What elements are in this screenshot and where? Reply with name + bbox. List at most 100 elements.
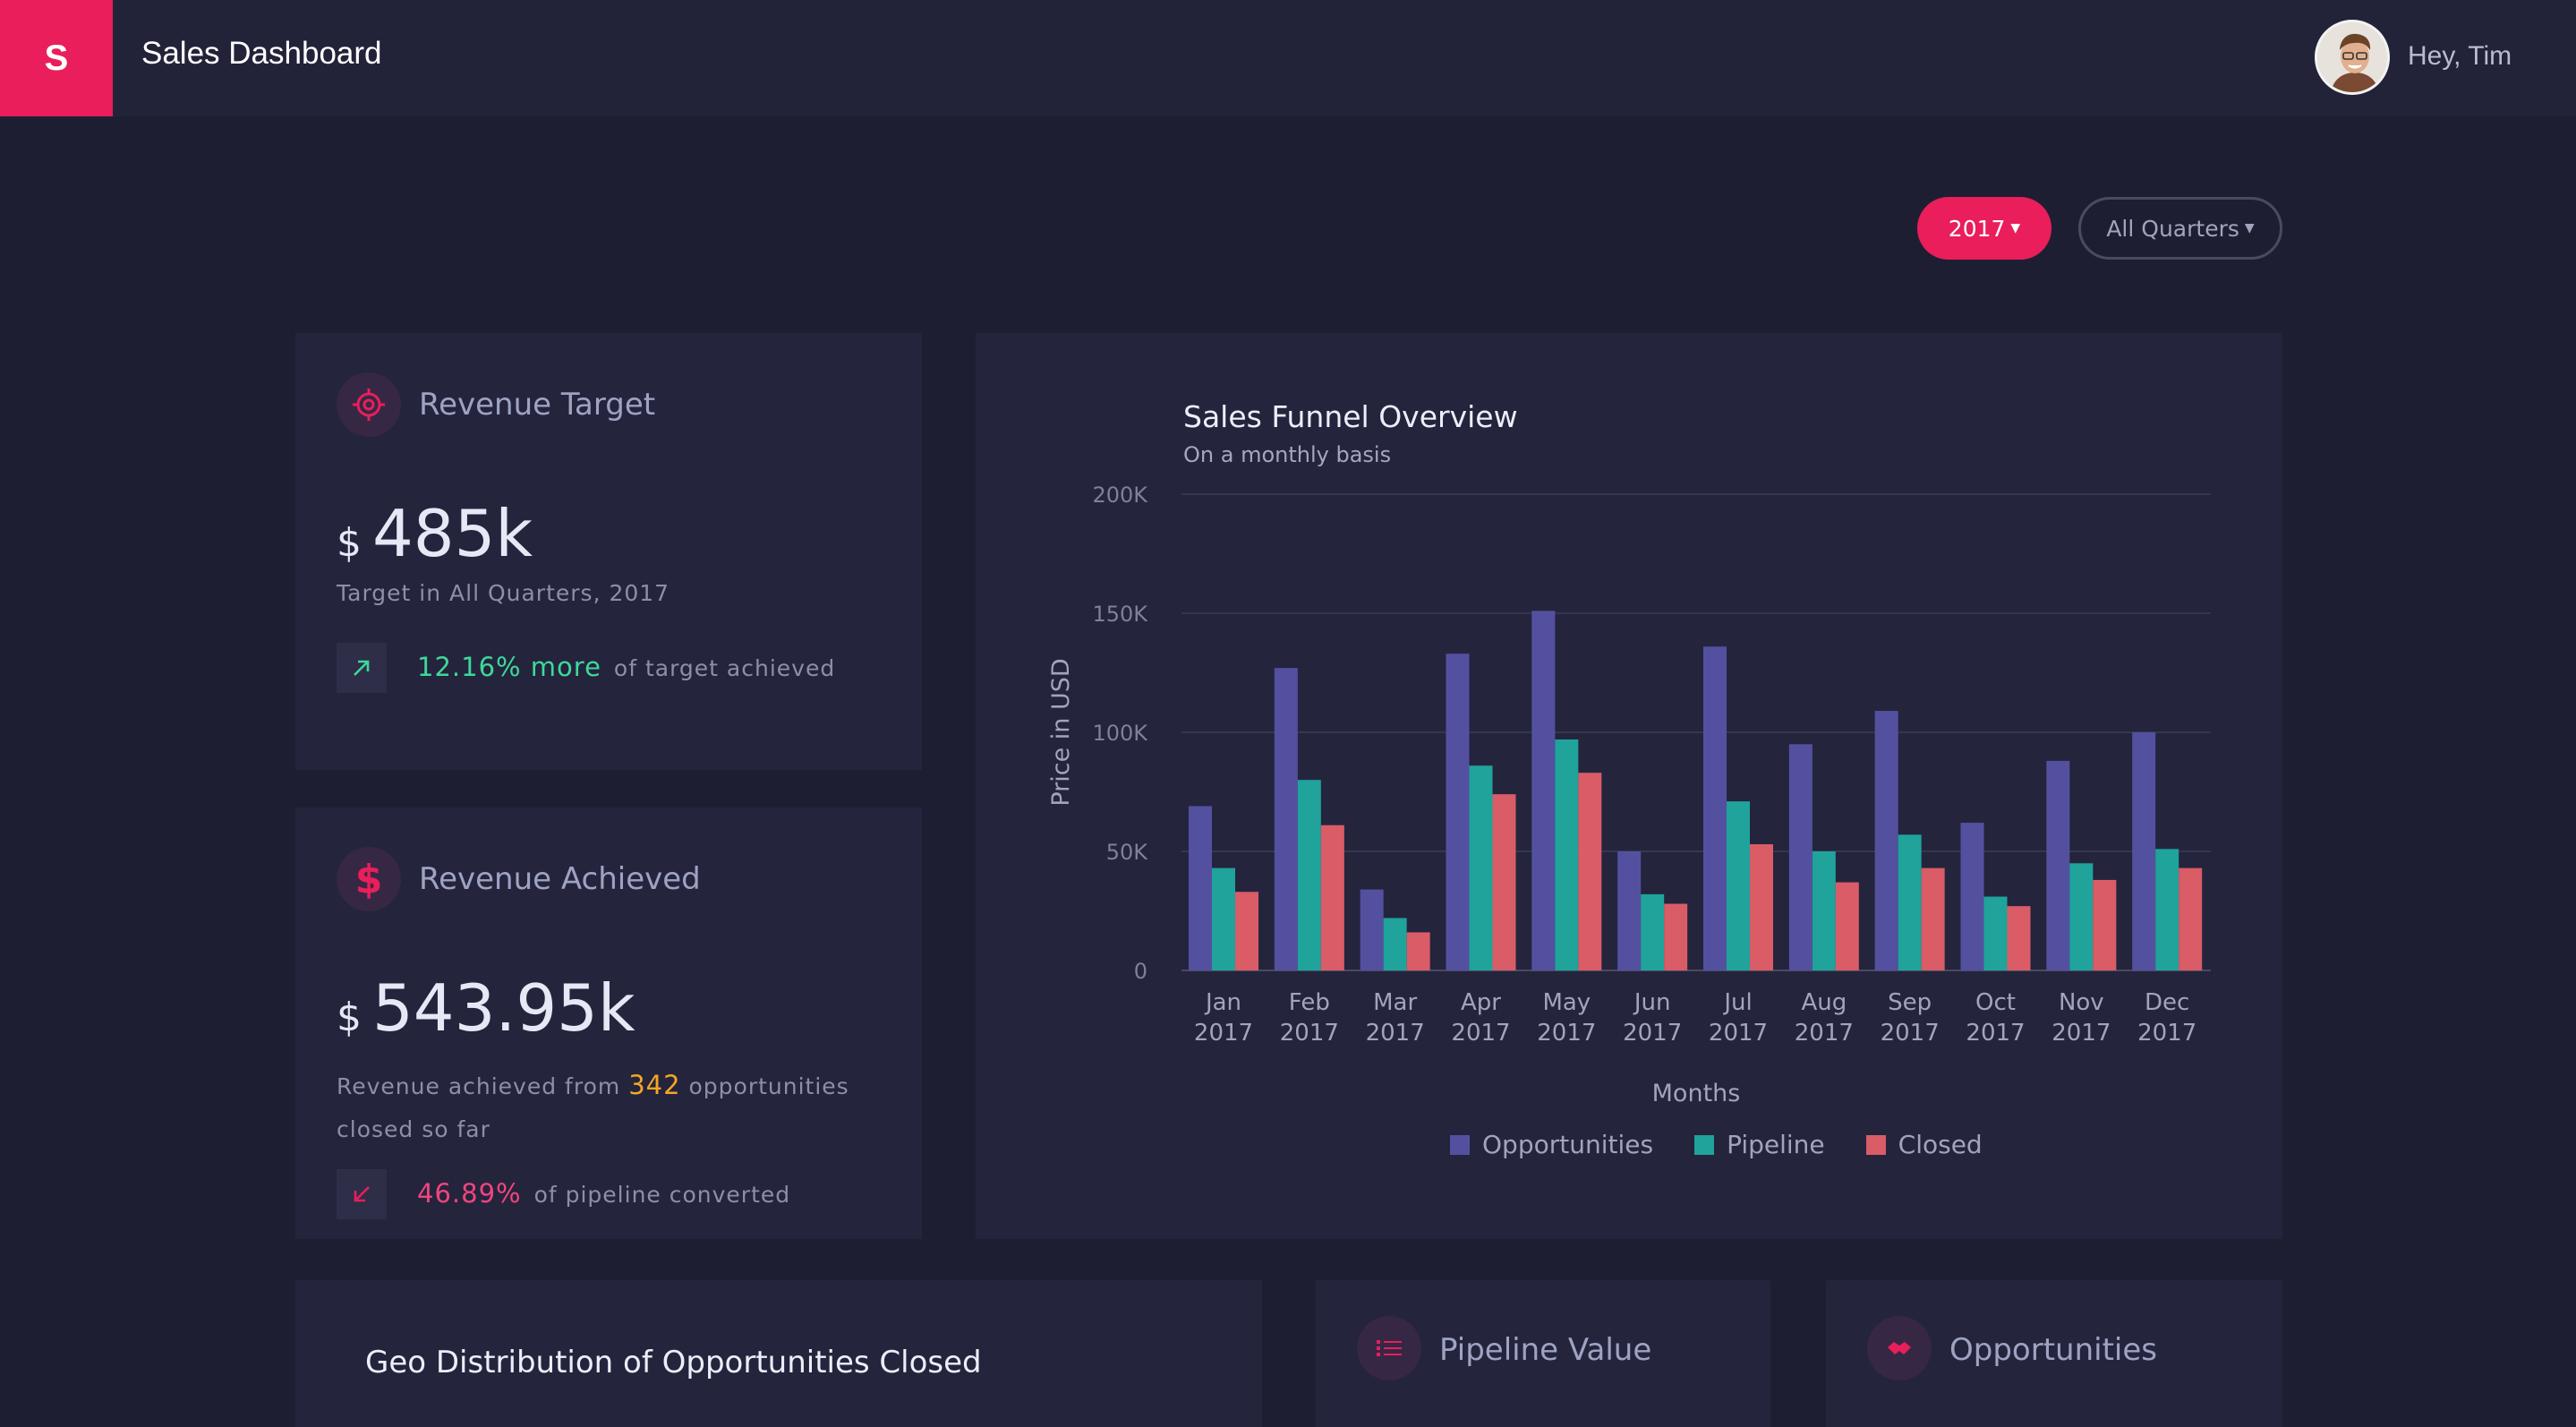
x-tick-label-month: Sep: [1888, 989, 1932, 1016]
user-avatar[interactable]: [2315, 20, 2390, 95]
trend-down-icon: [337, 1169, 387, 1219]
bar-pipeline-jun: [1641, 893, 1665, 970]
bar-pipeline-sep: [1898, 834, 1922, 970]
caret-down-icon: ▼: [2244, 221, 2255, 235]
bar-opportunities-mar: [1360, 889, 1384, 970]
bar-pipeline-jul: [1727, 801, 1750, 970]
x-tick-label-year: 2017: [1194, 1020, 1253, 1047]
x-tick-label-year: 2017: [1881, 1020, 1940, 1047]
bar-closed-mar: [1406, 932, 1430, 970]
bar-closed-apr: [1492, 794, 1516, 970]
legend-label: Opportunities: [1482, 1130, 1654, 1159]
bar-closed-oct: [2007, 906, 2031, 970]
geo-distribution-title: Geo Distribution of Opportunities Closed: [365, 1345, 982, 1380]
revenue-target-title: Revenue Target: [419, 387, 656, 423]
bar-opportunities-sep: [1874, 711, 1898, 970]
pipeline-converted: 46.89% of pipeline converted: [417, 1178, 790, 1209]
pipeline-value-title: Pipeline Value: [1439, 1332, 1652, 1368]
user-greeting[interactable]: Hey, Tim: [2408, 41, 2512, 72]
x-tick-label-year: 2017: [1366, 1020, 1425, 1047]
revenue-achieved-value: $543.95k: [337, 970, 635, 1046]
currency-symbol: $: [337, 520, 362, 566]
bar-pipeline-jan: [1212, 867, 1235, 970]
trend-up-icon: [337, 643, 387, 693]
y-tick-label: 150K: [1092, 602, 1148, 627]
bar-pipeline-apr: [1469, 765, 1493, 970]
x-tick-label-year: 2017: [1623, 1020, 1682, 1047]
bar-pipeline-oct: [1983, 896, 2008, 970]
revenue-target-amount: 485k: [372, 496, 533, 571]
caret-down-icon: ▼: [2010, 221, 2021, 235]
bar-pipeline-may: [1555, 739, 1579, 970]
x-tick-label-year: 2017: [1795, 1020, 1854, 1047]
x-tick-label-month: Aug: [1801, 989, 1847, 1016]
y-tick-label: 50K: [1106, 840, 1149, 865]
y-tick-label: 100K: [1092, 721, 1148, 746]
legend-label: Closed: [1898, 1130, 1983, 1159]
bar-pipeline-dec: [2155, 849, 2179, 970]
bar-closed-sep: [1921, 867, 1945, 970]
bar-pipeline-feb: [1297, 780, 1321, 970]
bar-pipeline-mar: [1383, 918, 1407, 970]
bar-opportunities-oct: [1960, 823, 1984, 970]
target-change-value: 12.16% more: [417, 652, 601, 682]
handshake-icon: [1867, 1316, 1932, 1380]
year-dropdown[interactable]: 2017 ▼: [1917, 197, 2051, 260]
bar-opportunities-nov: [2046, 760, 2070, 970]
revenue-target-caption: Target in All Quarters, 2017: [337, 580, 670, 606]
quarter-dropdown[interactable]: All Quarters ▼: [2078, 197, 2282, 260]
y-tick-label: 200K: [1092, 483, 1148, 508]
bar-pipeline-nov: [2069, 863, 2094, 970]
legend-item-pipeline[interactable]: Pipeline: [1694, 1130, 1825, 1159]
app-logo[interactable]: S: [0, 0, 113, 116]
revenue-achieved-card: $ Revenue Achieved $543.95k Revenue achi…: [295, 807, 922, 1239]
x-tick-label-year: 2017: [1966, 1020, 2025, 1047]
bar-opportunities-jan: [1189, 806, 1212, 970]
target-icon: [337, 372, 401, 437]
pipeline-converted-suffix: of pipeline converted: [533, 1182, 791, 1208]
legend-swatch: [1694, 1134, 1715, 1155]
x-tick-label-year: 2017: [2051, 1020, 2111, 1047]
bar-closed-aug: [1835, 882, 1859, 970]
chart-legend: Opportunities Pipeline Closed: [1450, 1130, 1983, 1159]
y-axis-label: Price in USD: [1047, 658, 1075, 806]
bar-closed-jul: [1750, 844, 1773, 970]
legend-label: Pipeline: [1727, 1130, 1825, 1159]
x-tick-label-month: Jan: [1204, 989, 1241, 1016]
bar-opportunities-feb: [1274, 668, 1298, 970]
revenue-achieved-amount: 543.95k: [372, 970, 635, 1046]
geo-distribution-card: Geo Distribution of Opportunities Closed: [295, 1280, 1262, 1427]
x-tick-label-month: May: [1542, 989, 1591, 1016]
sales-funnel-chart: 0 50K 100K 150K 200K Price in USD Jan 2017 Feb 20…: [1047, 483, 2211, 1107]
revenue-achieved-caption: Revenue achieved from 342 opportunities …: [337, 1064, 891, 1151]
bar-closed-dec: [2179, 867, 2203, 970]
opportunities-card: Opportunities: [1826, 1280, 2282, 1427]
x-tick-label-year: 2017: [1709, 1020, 1768, 1047]
bar-opportunities-dec: [2132, 732, 2156, 970]
caption-line2: closed so far: [337, 1116, 490, 1142]
bar-closed-feb: [1320, 825, 1344, 970]
opportunity-count: 342: [628, 1070, 681, 1100]
x-tick-label-year: 2017: [1537, 1020, 1596, 1047]
bar-pipeline-aug: [1812, 851, 1836, 970]
legend-item-closed[interactable]: Closed: [1865, 1130, 1983, 1159]
caption-suffix: opportunities: [688, 1073, 849, 1099]
target-change-suffix: of target achieved: [613, 655, 836, 681]
x-tick-label-month: Nov: [2059, 989, 2104, 1016]
caption-prefix: Revenue achieved from: [337, 1073, 621, 1099]
list-icon: [1357, 1316, 1421, 1380]
bar-closed-may: [1578, 773, 1602, 970]
x-tick-label-month: Jun: [1633, 989, 1671, 1016]
currency-symbol: $: [337, 995, 362, 1040]
x-tick-label-year: 2017: [1451, 1020, 1510, 1047]
year-value: 2017: [1948, 215, 2006, 242]
legend-item-opportunities[interactable]: Opportunities: [1450, 1130, 1653, 1159]
bar-opportunities-jun: [1617, 851, 1642, 970]
x-tick-label-year: 2017: [2137, 1020, 2196, 1047]
bar-closed-jan: [1235, 892, 1258, 970]
quarter-value: All Quarters: [2106, 215, 2239, 242]
x-tick-label-year: 2017: [1280, 1020, 1339, 1047]
x-tick-label-month: Apr: [1461, 989, 1501, 1016]
pipeline-converted-value: 46.89%: [417, 1178, 522, 1209]
dollar-icon: $: [337, 847, 401, 911]
